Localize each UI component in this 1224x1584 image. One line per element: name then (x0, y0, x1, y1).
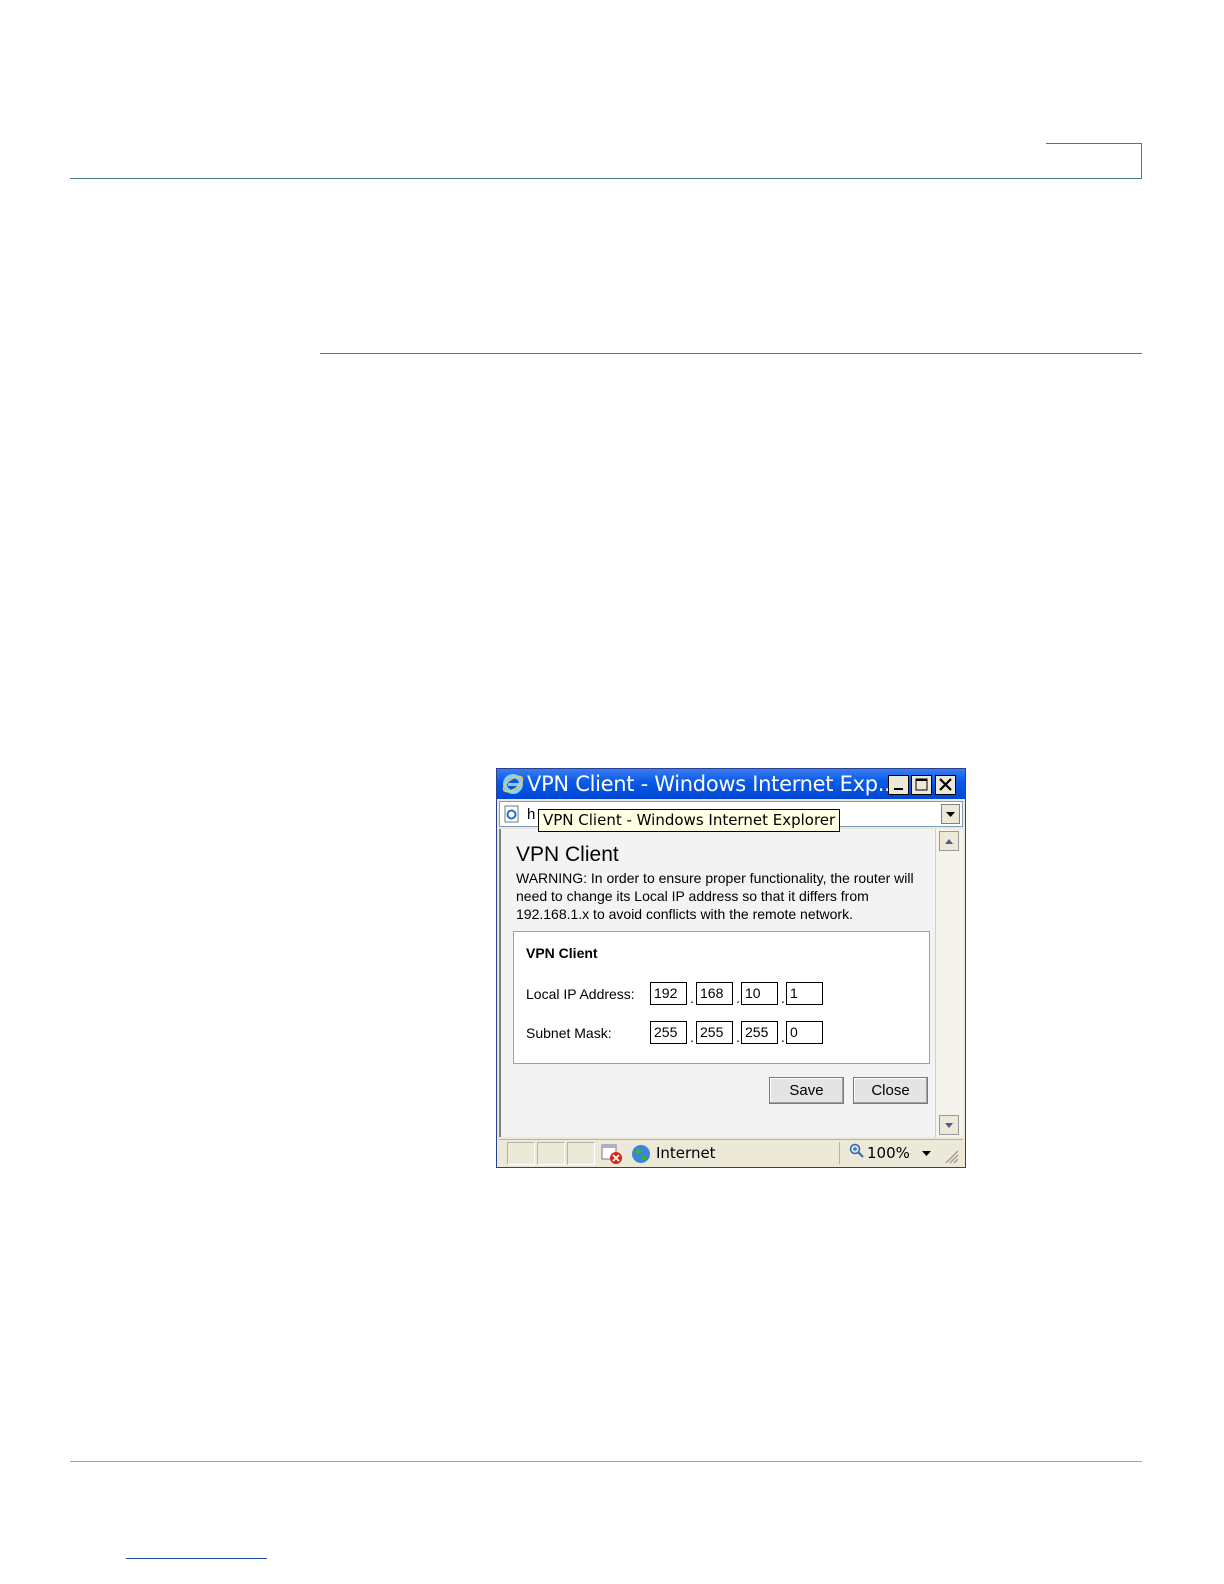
security-zone-text: Internet (656, 1144, 716, 1162)
chevron-down-icon (945, 1123, 953, 1128)
minimize-icon (894, 788, 903, 790)
address-dropdown-button[interactable] (941, 804, 960, 824)
vertical-scrollbar[interactable] (935, 829, 963, 1137)
status-cell (567, 1142, 595, 1165)
minimize-button[interactable] (888, 775, 909, 795)
subnet-mask-label: Subnet Mask: (526, 1025, 612, 1041)
scroll-down-button[interactable] (939, 1115, 959, 1135)
local-ip-octet-3[interactable]: 10 (741, 982, 778, 1005)
dot: . (781, 990, 785, 1006)
maximize-button[interactable] (911, 775, 932, 795)
close-button[interactable]: Close (853, 1077, 928, 1104)
bottom-rule (70, 1461, 1142, 1462)
title-bar[interactable]: VPN Client - Windows Internet Exp... (497, 769, 965, 799)
zoom-dropdown-icon[interactable] (921, 1146, 933, 1164)
status-divider (839, 1142, 840, 1165)
chevron-down-icon (946, 812, 955, 817)
local-ip-octet-1[interactable]: 192 (650, 982, 687, 1005)
address-text: h (527, 806, 536, 823)
close-window-button[interactable] (935, 775, 956, 795)
panel-title: VPN Client (526, 945, 598, 961)
section-rule (320, 353, 1142, 354)
zoom-level[interactable]: 100% (867, 1144, 910, 1162)
status-bar: Internet 100% (499, 1139, 963, 1166)
status-cell (507, 1142, 535, 1165)
footer-link-underline (126, 1558, 267, 1559)
globe-icon (630, 1143, 652, 1170)
subnet-octet-4[interactable]: 0 (786, 1021, 823, 1044)
subnet-octet-2[interactable]: 255 (696, 1021, 733, 1044)
magnifier-icon[interactable] (849, 1143, 865, 1166)
dot: . (736, 1029, 740, 1045)
local-ip-label: Local IP Address: (526, 986, 635, 1002)
status-cell (537, 1142, 565, 1165)
chevron-up-icon (945, 839, 953, 844)
dot: . (690, 1029, 694, 1045)
window-title-tooltip: VPN Client - Windows Internet Explorer (538, 809, 841, 832)
page-content: VPN Client WARNING: In order to ensure p… (499, 829, 935, 1137)
window-title: VPN Client - Windows Internet Exp... (527, 772, 897, 796)
subnet-octet-1[interactable]: 255 (650, 1021, 687, 1044)
local-ip-octet-2[interactable]: 168 (696, 982, 733, 1005)
page-title: VPN Client (516, 843, 619, 866)
subnet-octet-3[interactable]: 255 (741, 1021, 778, 1044)
scroll-up-button[interactable] (939, 831, 959, 851)
warning-text: WARNING: In order to ensure proper funct… (516, 870, 914, 922)
chapter-box (1046, 143, 1142, 179)
popup-blocked-icon[interactable] (601, 1143, 623, 1170)
dot: . (690, 990, 694, 1006)
save-button[interactable]: Save (769, 1077, 844, 1104)
maximize-icon (915, 778, 928, 791)
top-rule (70, 178, 1142, 179)
vpn-client-panel: VPN Client Local IP Address: 192 . 168 .… (513, 931, 930, 1064)
page-icon (503, 805, 521, 823)
dot: . (781, 1029, 785, 1045)
resize-grip-icon[interactable] (943, 1148, 959, 1169)
local-ip-octet-4[interactable]: 1 (786, 982, 823, 1005)
close-icon (939, 778, 952, 791)
internet-explorer-icon (502, 773, 524, 795)
dot: . (736, 990, 740, 1006)
